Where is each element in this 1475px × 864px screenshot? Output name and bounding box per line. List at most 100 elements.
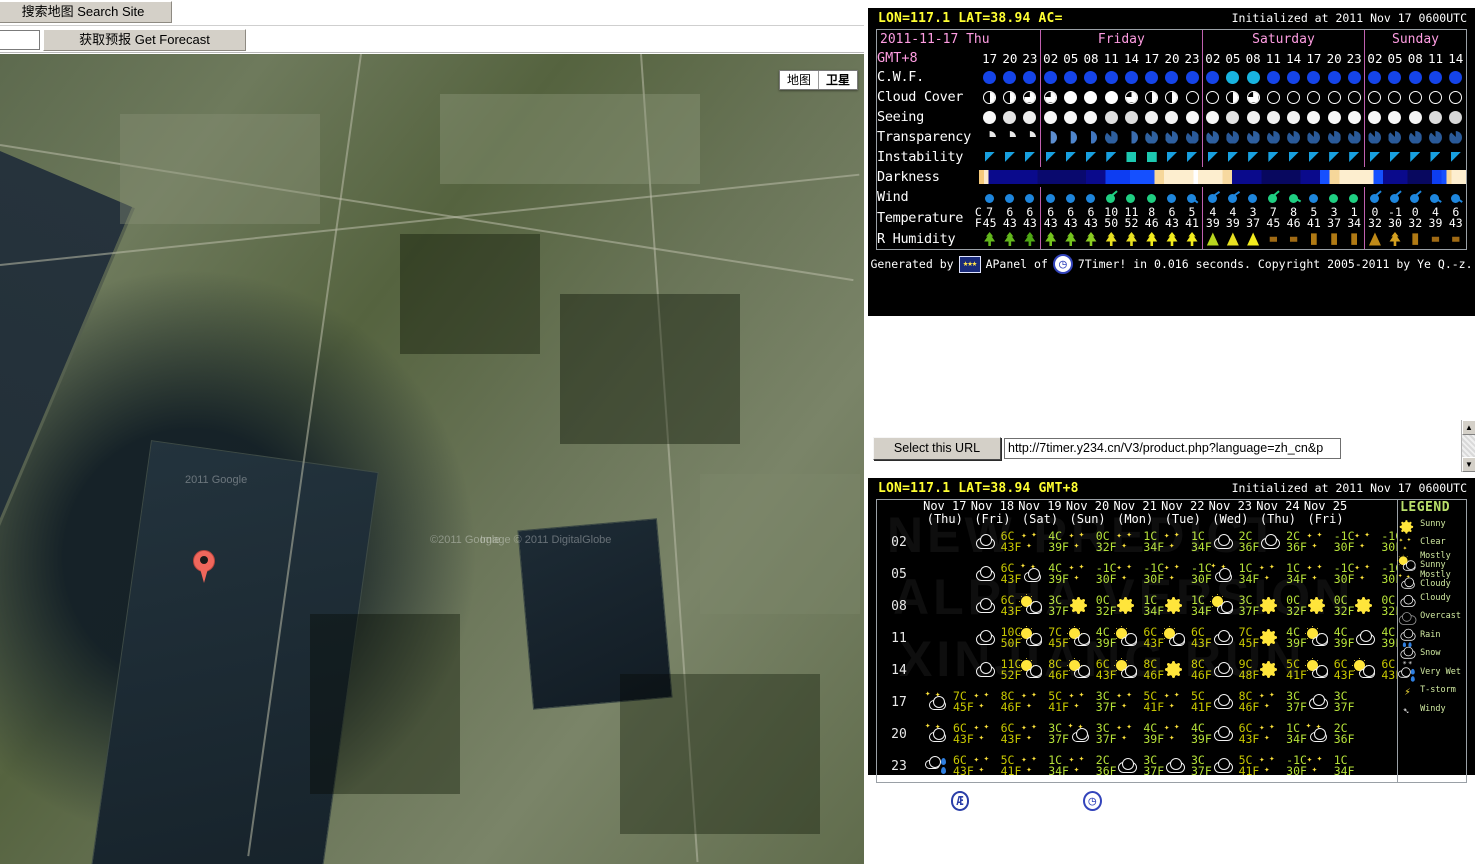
seeing-dot bbox=[1287, 110, 1301, 124]
forecast-cell bbox=[1349, 750, 1397, 782]
map-type-satellite-button[interactable]: 卫星 bbox=[817, 71, 857, 89]
vertical-scrollbar[interactable]: ▲ ▼ bbox=[1461, 420, 1475, 472]
star-icon: ✦ bbox=[978, 733, 985, 743]
weather-icon-sunny bbox=[1163, 658, 1189, 682]
star-icon: ✦ bbox=[1398, 572, 1403, 581]
forecast-cell: 1C 34F bbox=[1111, 590, 1164, 622]
weather-icon-mostly-sunny bbox=[1211, 594, 1237, 618]
temperature-readout: 3C 37F bbox=[1143, 754, 1164, 778]
temperature-readout: 8C 46F bbox=[1239, 690, 1260, 714]
map-location-marker[interactable] bbox=[193, 550, 215, 584]
wind-icon: ➴ bbox=[1402, 704, 1410, 717]
data-cell bbox=[979, 107, 999, 127]
seeing-dot bbox=[1408, 110, 1422, 124]
day-of-week: (Sat) bbox=[1021, 512, 1059, 526]
temperature-fahrenheit: 37F bbox=[1095, 732, 1117, 746]
star-icon: ✦ bbox=[925, 721, 931, 731]
weather-icon-mostly-sunny bbox=[1020, 626, 1046, 650]
temperature-fahrenheit: 46F bbox=[1048, 668, 1069, 682]
data-cell bbox=[1324, 229, 1344, 249]
seeing-dot bbox=[1003, 110, 1017, 124]
cloud-icon bbox=[1359, 665, 1376, 678]
sun-icon bbox=[1262, 631, 1276, 644]
star-icon: ✦ bbox=[1359, 573, 1365, 583]
coordinate-input[interactable]: 96 bbox=[0, 30, 40, 50]
data-cell bbox=[1304, 87, 1324, 107]
data-cell bbox=[1364, 127, 1385, 147]
hour-label: 08 bbox=[1083, 50, 1099, 66]
star-icon: ✦ bbox=[1126, 722, 1132, 732]
forecast-cell: ✦✦✦-1C30F bbox=[1302, 558, 1355, 590]
seeing-dot bbox=[1185, 110, 1199, 124]
wind-barb bbox=[982, 190, 998, 204]
temperature-readout: 8C 46F bbox=[1143, 658, 1164, 682]
legend-item-mostly-sunny: Mostly Sunny bbox=[1398, 552, 1466, 571]
day-header-row: 2011-11-17 Thu Friday Saturday Sunday bbox=[877, 30, 1466, 49]
forecast-row: 23 6C 43F ✦ ✦ ✦ 5C 41F ✦ ✦ ✦ 1C 34F ✦ ✦ ✦ 2C 36F 3C 37F 3C 37… bbox=[877, 750, 1397, 782]
forecast-cell: ✦ ✦ ✦ 5C 41F bbox=[1159, 686, 1212, 718]
sun-icon bbox=[1119, 599, 1133, 612]
star-icon: ✦ bbox=[973, 691, 980, 701]
forecast-cell: ✦ ✦ ✦ 8C 46F bbox=[969, 686, 1022, 718]
cloud-icon bbox=[1398, 612, 1417, 626]
hour-label: 23 bbox=[1022, 50, 1038, 66]
forecast-cell: 6C43F bbox=[1159, 622, 1212, 654]
url-input[interactable]: http://7timer.y234.cn/V3/product.php?lan… bbox=[1004, 438, 1341, 459]
star-icon: ✦ bbox=[1311, 765, 1318, 775]
row-wind: Wind bbox=[877, 187, 1466, 207]
civil-forecast-panel: LON=117.1 LAT=38.94 AC= Initialized at 2… bbox=[868, 8, 1475, 316]
temperature-fahrenheit: 43F bbox=[1000, 732, 1022, 746]
marker-dot bbox=[200, 556, 208, 564]
seeing-dot bbox=[1124, 110, 1138, 124]
civil-footer-tail: 7Timer! in 0.016 seconds. Copyright 2005… bbox=[1077, 257, 1473, 271]
star-icon: ✦ bbox=[1173, 690, 1180, 700]
temperature-cell: 3 37 bbox=[1243, 206, 1263, 229]
select-url-button[interactable]: Select this URL bbox=[873, 437, 1001, 460]
star-icon: ✦ bbox=[1316, 530, 1323, 540]
day-header: Nov 25 (Fri) bbox=[1302, 500, 1350, 526]
weather-icon-clear: ✦ ✦ ✦ bbox=[1258, 690, 1284, 714]
row-label: Cloud Cover bbox=[877, 89, 964, 105]
temperature-fahrenheit: 46 bbox=[1286, 216, 1301, 230]
scroll-up-arrow[interactable]: ▲ bbox=[1462, 420, 1475, 435]
star-icon: ✦ bbox=[1021, 723, 1027, 733]
instability-wedge bbox=[1004, 152, 1015, 162]
temperature-fahrenheit: 37F bbox=[1095, 700, 1117, 714]
instability-wedge bbox=[1045, 152, 1056, 162]
temperature-fahrenheit: 34F bbox=[1048, 764, 1069, 778]
scroll-down-arrow[interactable]: ▼ bbox=[1462, 457, 1475, 472]
get-forecast-button[interactable]: 获取预报 Get Forecast bbox=[43, 29, 246, 51]
star-icon: ✦ bbox=[1031, 722, 1037, 732]
satellite-map[interactable]: 地图 卫星 2011 Google Image © 2011 DigitalGl… bbox=[0, 54, 864, 864]
instability-wedge bbox=[1207, 152, 1218, 162]
temperature-fahrenheit: 39F bbox=[1190, 732, 1212, 746]
temperature-readout: 7C 45F bbox=[1239, 626, 1260, 650]
star-icon: ✦ bbox=[1168, 573, 1175, 583]
temperature-fahrenheit: 36F bbox=[1095, 764, 1117, 778]
cloud-icon bbox=[1398, 667, 1411, 678]
legend-item-clear: ✦ ✦ ✦ Clear bbox=[1398, 534, 1466, 552]
star-icon: ✦ bbox=[983, 754, 990, 764]
data-cell bbox=[1000, 147, 1020, 167]
seeing-dot bbox=[1023, 110, 1037, 124]
map-type-control[interactable]: 地图 卫星 bbox=[778, 70, 858, 90]
forecast-row: 11 10C 50F 7C 45F 4C 39F 6C 43F 6C 43F 7C 45F 4C 39F 4… bbox=[877, 622, 1397, 654]
star-icon: ✦ bbox=[1210, 561, 1216, 571]
forecast-cell bbox=[921, 622, 969, 654]
star-icon: ✦ bbox=[1264, 765, 1270, 775]
weather-icon-rain bbox=[1398, 628, 1416, 647]
weather-icon-clear: ✦ ✦ ✦ bbox=[973, 722, 999, 746]
temperature-fahrenheit: 41F bbox=[1190, 700, 1212, 714]
search-site-button[interactable]: 搜索地图 Search Site bbox=[0, 1, 172, 23]
data-cell bbox=[1324, 147, 1344, 167]
temperature-readout: 3C 37F bbox=[1191, 754, 1212, 778]
hour-label: 14 bbox=[1123, 50, 1140, 66]
data-cell bbox=[1020, 187, 1040, 207]
map-type-map-button[interactable]: 地图 bbox=[780, 71, 818, 89]
humidity-glyph bbox=[1146, 232, 1158, 246]
star-icon: ✦ bbox=[1073, 541, 1080, 551]
weather-icon-cloudy bbox=[1211, 690, 1237, 714]
legend-item-tstorm: ⚡ T-storm bbox=[1398, 682, 1466, 701]
scrollbar-track[interactable] bbox=[1462, 435, 1475, 457]
forecast-pane: LON=117.1 LAT=38.94 AC= Initialized at 2… bbox=[864, 0, 1475, 864]
